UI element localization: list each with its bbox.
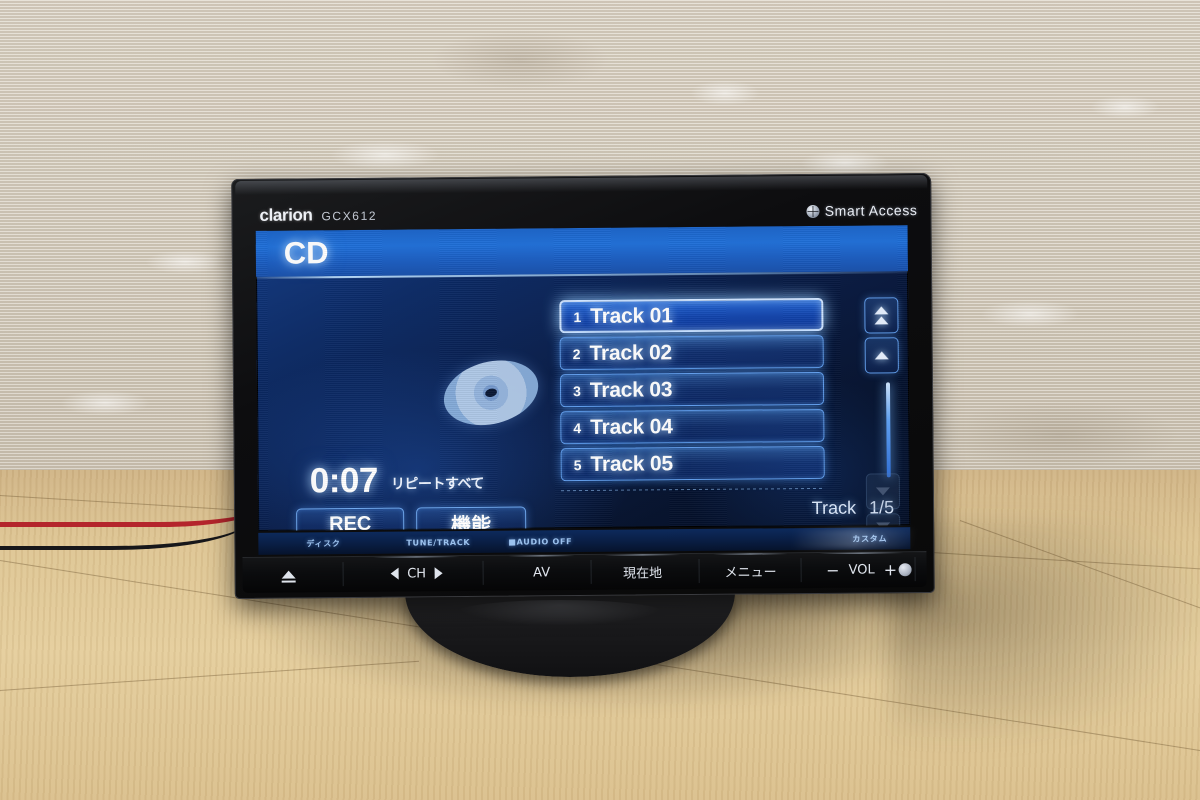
eject-button[interactable] — [253, 560, 325, 589]
eject-icon — [281, 570, 296, 579]
playback-info: 0:07 リピートすべて — [309, 460, 484, 501]
source-title: CD — [283, 235, 329, 271]
button-cap-line — [508, 555, 575, 557]
hard-button-メニュー[interactable]: メニュー — [704, 553, 796, 585]
chevron-up-icon — [874, 351, 889, 360]
track-number: 5 — [573, 456, 582, 473]
track-title: Track 01 — [590, 303, 673, 328]
button-separator — [590, 559, 592, 584]
smart-access-badge: Smart Access — [806, 202, 918, 219]
elapsed-time: 0:07 — [309, 460, 379, 501]
chevron-down-icon — [875, 487, 890, 496]
globe-icon — [806, 204, 820, 218]
scroll-down-button[interactable] — [865, 473, 901, 510]
button-separator — [342, 562, 344, 587]
stand-highlight — [455, 600, 665, 626]
button-separator — [482, 560, 484, 585]
button-separator — [698, 558, 700, 583]
repeat-mode-label: リピートすべて — [390, 475, 484, 493]
rec-button[interactable]: REC — [296, 507, 405, 531]
arrow-left-icon[interactable] — [390, 567, 399, 580]
touchscreen-display[interactable]: CD 0:07 リピートすべて REC 機能 録音設定 REC 1Track 0… — [255, 225, 911, 531]
photo-scene: clarion GCX612 Smart Access CD 0:07 リピート… — [0, 0, 1200, 800]
track-title: Track 05 — [590, 451, 674, 476]
soft-key-label: ディスク — [306, 538, 341, 548]
button-label: 現在地 — [623, 565, 663, 582]
scroll-controls-down[interactable] — [865, 473, 903, 531]
button-label: メニュー — [724, 564, 777, 581]
double-chevron-up-icon — [874, 316, 889, 325]
track-counter-label: Track — [811, 497, 857, 519]
volume-minus-icon[interactable]: − — [826, 560, 840, 579]
soft-key-label: TUNE/TRACK — [406, 537, 471, 548]
track-number: 4 — [573, 419, 582, 436]
soft-key-label: カスタム — [852, 533, 888, 544]
track-list[interactable]: 1 Track 01 2 Track 02 3 Track 03 4 Track 04 5 Tra… — [559, 297, 825, 485]
channel-button[interactable]: CH — [363, 556, 471, 588]
screen-header-bar — [255, 225, 909, 277]
button-cap-line — [604, 554, 681, 556]
soft-key-label: ■AUDIO OFF — [508, 536, 573, 547]
button-cap-line — [373, 556, 460, 558]
scroll-up-button[interactable] — [864, 337, 899, 374]
scrollbar-thumb[interactable] — [885, 382, 891, 478]
track-number: 1 — [573, 308, 582, 325]
track-number: 3 — [572, 382, 581, 399]
channel-label: CH — [407, 565, 427, 582]
track-list-item[interactable]: 2 Track 02 — [559, 334, 824, 371]
unit-shadow — [890, 520, 1200, 750]
car-audio-head-unit: clarion GCX612 Smart Access CD 0:07 リピート… — [231, 172, 935, 600]
function-button[interactable]: 機能 — [416, 506, 527, 531]
page-up-button[interactable] — [864, 297, 899, 334]
cd-disc-icon — [436, 350, 546, 435]
track-title: Track 02 — [589, 340, 673, 365]
button-label: AV — [533, 564, 551, 580]
button-cap-line — [819, 552, 904, 554]
circle-icon — [898, 562, 912, 576]
track-title: Track 04 — [590, 414, 673, 439]
volume-label: VOL — [848, 561, 875, 578]
double-chevron-up-icon — [874, 306, 889, 315]
hard-button-AV[interactable]: AV — [501, 555, 583, 587]
model-number: GCX612 — [321, 208, 378, 224]
track-number: 2 — [572, 345, 581, 362]
track-list-item[interactable]: 5 Track 05 — [560, 445, 825, 482]
power-button[interactable] — [882, 555, 926, 583]
button-separator — [800, 558, 802, 583]
brand-logo: clarion — [259, 205, 313, 225]
track-list-item[interactable]: 3 Track 03 — [559, 371, 825, 408]
arrow-right-icon[interactable] — [434, 567, 444, 580]
hard-button-現在地[interactable]: 現在地 — [595, 554, 691, 586]
list-divider — [560, 487, 825, 492]
smart-access-label: Smart Access — [824, 202, 918, 219]
physical-button-row[interactable]: CH AV 現在地 メニュー − VOL + — [242, 551, 927, 593]
track-title: Track 03 — [589, 377, 673, 402]
track-list-item[interactable]: 1 Track 01 — [559, 297, 824, 334]
button-cap-line — [713, 553, 788, 555]
track-list-item[interactable]: 4 Track 04 — [560, 408, 825, 445]
brand-left: clarion GCX612 — [259, 205, 377, 226]
